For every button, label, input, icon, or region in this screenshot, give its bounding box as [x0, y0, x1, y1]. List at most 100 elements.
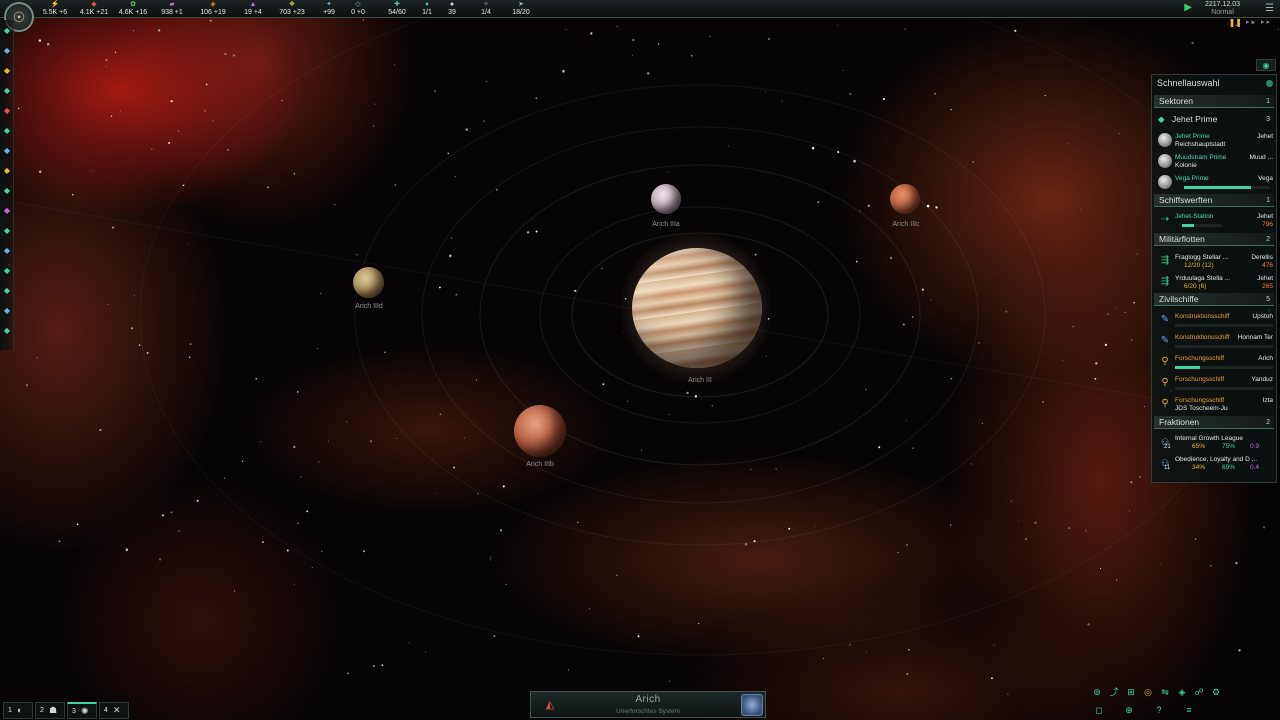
main-menu-icon[interactable]: ☰ — [1265, 3, 1274, 14]
station-progress — [1182, 224, 1222, 227]
expand-icon[interactable]: ◆ — [2, 326, 12, 336]
galactic-market-icon[interactable]: ◆ — [2, 246, 12, 256]
map-controls: ⊚ ⤴ ⊞ ◎ ⇋ ◈ ☍ ⚙ ◻ ⊕? ≡ — [1088, 683, 1280, 720]
faction-row[interactable]: ⚇ 21 Internal Growth League 65% 75% 0.9 — [1154, 433, 1275, 453]
system-name: Arich — [635, 694, 661, 705]
system-info-panel[interactable]: ◭ Arich Unerforschtes System — [530, 691, 766, 718]
edicts-icon[interactable]: ◆ — [2, 226, 12, 236]
technology-icon[interactable]: ◆ — [2, 146, 12, 156]
traditions-icon[interactable]: ◆ — [2, 166, 12, 176]
view-mode-1[interactable]: 1 ◐ — [3, 702, 33, 719]
section-label: Zivilschiffe — [1159, 294, 1199, 304]
situation-log-icon[interactable]: ◆ — [2, 26, 12, 36]
section-civilian-ships[interactable]: Zivilschiffe 5 — [1154, 293, 1274, 306]
options-icon[interactable]: ⚙ — [1209, 685, 1223, 699]
resource-alloys[interactable]: ▰ 938 +1 — [150, 0, 194, 18]
galaxy-view-icon[interactable] — [741, 694, 763, 716]
resource-consumer-goods[interactable]: ◈ 106 +19 — [191, 0, 235, 18]
fleet-name: Yrduulaga Stella ... — [1175, 275, 1230, 282]
planet-arich-iiib[interactable] — [514, 405, 566, 457]
planet-system: Vega — [1258, 175, 1273, 182]
civilian-ship-row[interactable]: ✎ Konstruktionsschiff Upstoh — [1154, 311, 1275, 331]
science-ship-icon: ⚲ — [1161, 377, 1169, 388]
planet-label[interactable]: Arich IIIb — [500, 461, 580, 468]
planet-icon — [1158, 154, 1172, 168]
view-mode-number: 4 — [104, 707, 108, 714]
speed-buttons[interactable]: ▸▸ ▸▸ — [1246, 18, 1272, 26]
civilian-ship-row[interactable]: ✎ Konstruktionsschiff Honnam Ter — [1154, 332, 1275, 352]
policies-icon[interactable]: ◆ — [2, 206, 12, 216]
galaxy-map-icon[interactable]: ⊚ — [1090, 685, 1104, 699]
hyperlanes-icon[interactable]: ⤴ — [1107, 685, 1121, 699]
section-sectors[interactable]: Sektoren 1 — [1154, 95, 1274, 108]
planets-icon[interactable]: ◆ — [2, 86, 12, 96]
zoom-icon[interactable]: ⊕ — [1122, 703, 1136, 717]
section-factions[interactable]: Fraktionen 2 — [1154, 416, 1274, 429]
borders-icon[interactable]: ⊞ — [1124, 685, 1138, 699]
shipyard-row[interactable]: ⇢ Jehet-Station Jehet 796 — [1154, 211, 1275, 231]
planet-designation: Kolonie — [1175, 162, 1197, 169]
section-shipyards[interactable]: Schiffswerften 1 — [1154, 194, 1274, 207]
view-mode-2[interactable]: 2 ☗ — [35, 702, 65, 719]
planet-label[interactable]: Arich IIId — [329, 303, 409, 310]
resource-minerals[interactable]: ◆ 4.1K +21 — [72, 0, 116, 18]
outliner-settings-icon[interactable] — [1266, 80, 1273, 87]
science-view-icon: ✺ — [81, 706, 89, 716]
pause-icon[interactable]: ❚❚ — [1229, 18, 1242, 27]
ship-progress — [1175, 366, 1273, 369]
section-fleets[interactable]: Militärflotten 2 — [1154, 233, 1274, 246]
relics-icon[interactable]: ◆ — [2, 306, 12, 316]
sector-jehet-prime[interactable]: ◆ Jehet Prime 3 — [1154, 113, 1274, 126]
menu-icon[interactable]: ≡ — [1182, 703, 1196, 717]
fleet-row[interactable]: ⇶ Yrduulaga Stella ... 6/20 (6) Jehet 265 — [1154, 273, 1275, 293]
planet-arich-iii-body[interactable] — [632, 248, 762, 368]
help-icon[interactable]: ? — [1152, 703, 1166, 717]
resource-food[interactable]: ✿ 4.6K +16 — [111, 0, 155, 18]
resource-energy[interactable]: ⚡ 5.5K +6 — [33, 0, 77, 18]
civilian-ship-row[interactable]: ⚲ Forschungsschiff Yanduz — [1154, 374, 1275, 394]
expansion-icon[interactable]: ◆ — [2, 126, 12, 136]
station-power: 796 — [1262, 221, 1273, 228]
faction-name: Internal Growth League — [1175, 435, 1243, 442]
ships-icon[interactable]: ◆ — [2, 106, 12, 116]
planet-arich-iiid[interactable] — [353, 267, 384, 298]
network-icon[interactable]: ☍ — [1192, 685, 1206, 699]
planet-arich-iiia[interactable] — [651, 184, 681, 214]
view-mode-3[interactable]: 3 ✺ — [67, 702, 97, 719]
fleet-name: Fraglogg Stellar ... — [1175, 254, 1229, 261]
ship-location: Arich — [1258, 355, 1273, 362]
resource-influence[interactable]: ▲ 19 +4 — [231, 0, 275, 18]
ship-location: Upstoh — [1252, 313, 1273, 320]
faction-approval: 75% — [1222, 443, 1236, 450]
species-icon[interactable]: ◆ — [2, 186, 12, 196]
targeting-icon[interactable]: ◎ — [1141, 685, 1155, 699]
factions-icon[interactable]: ◆ — [2, 286, 12, 296]
planet-label[interactable]: Arich IIIc — [866, 221, 946, 228]
view-mode-4[interactable]: 4 ✕ — [99, 702, 129, 719]
planet-label[interactable]: Arich IIIa — [626, 221, 706, 228]
play-icon[interactable]: ▶ — [1184, 2, 1192, 13]
planet-row[interactable]: Jehet Prime Jehet Reichshauptstadt — [1154, 131, 1275, 151]
station-icon: ⇢ — [1160, 214, 1170, 225]
faction-members: 21 — [1164, 444, 1171, 450]
planet-icon — [1158, 133, 1172, 147]
resource-rare-resource[interactable]: ◇ 0 +0 — [336, 0, 380, 18]
planet-arich-iiic[interactable] — [890, 184, 920, 214]
planet-row[interactable]: Muudstram Prime Muud ... Kolonie — [1154, 152, 1275, 172]
intel-icon[interactable]: ◆ — [2, 266, 12, 276]
planet-name: Muudstram Prime — [1175, 154, 1227, 161]
planet-label[interactable]: Arich III — [660, 377, 740, 384]
government-icon[interactable]: ◆ — [2, 66, 12, 76]
fleet-row[interactable]: ⇶ Fraglogg Stellar ... 12/20 (12) Derellis 4… — [1154, 252, 1275, 272]
chat-icon[interactable]: ◈ — [1175, 685, 1189, 699]
diplomacy-icon[interactable]: ⇋ — [1158, 685, 1172, 699]
planet-row[interactable]: Vega Prime Vega — [1154, 173, 1275, 193]
civilian-ship-row[interactable]: ⚲ Forschungsschiff Izta JDS Toscheem-Ju — [1154, 395, 1275, 415]
section-label: Militärflotten — [1159, 234, 1205, 244]
contacts-icon[interactable]: ◆ — [2, 46, 12, 56]
resource-fleet-capacity[interactable]: ➤ 18/20 — [499, 0, 543, 18]
civilian-ship-row[interactable]: ⚲ Forschungsschiff Arich — [1154, 353, 1275, 373]
faction-row[interactable]: ⚇ 11 Obedience, Loyalty and D ... 34% 69% 0.4 — [1154, 454, 1275, 474]
system-view-icon[interactable]: ◻ — [1092, 703, 1106, 717]
outliner-toggle-icon[interactable]: ◉ — [1256, 59, 1276, 71]
